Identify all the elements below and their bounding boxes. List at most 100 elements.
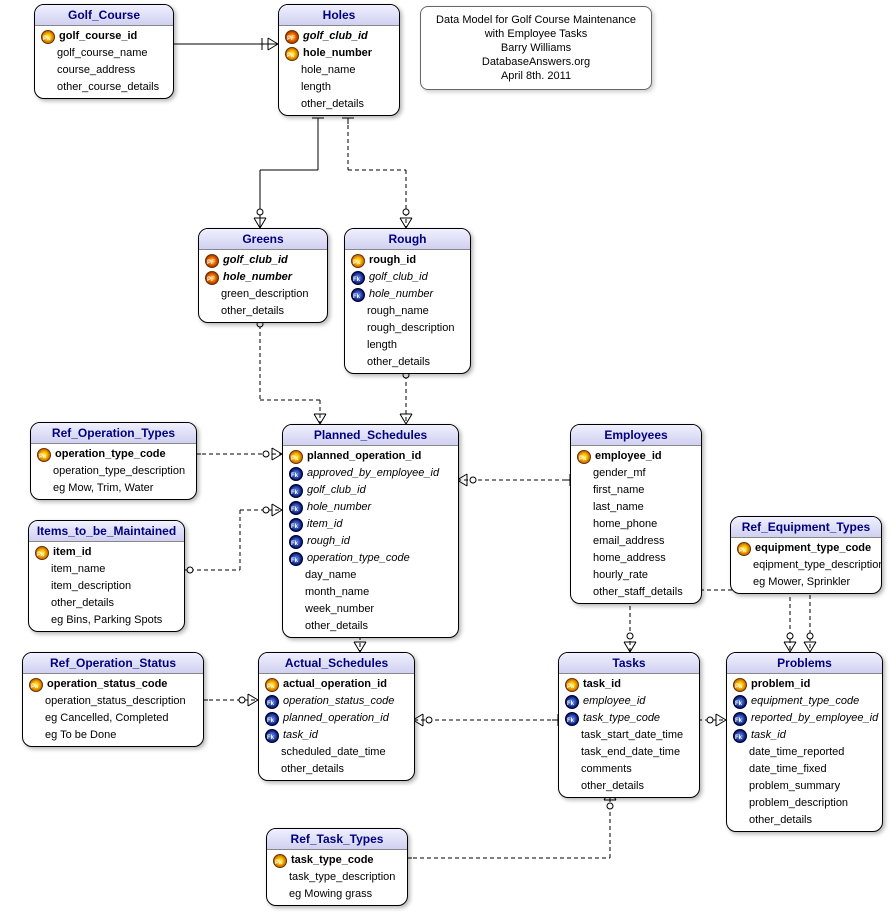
entity-title: Ref_Operation_Types — [31, 423, 196, 444]
no-key-icon — [565, 764, 577, 776]
attribute-name: planned_operation_id — [283, 711, 389, 726]
callout-line: Data Model for Golf Course Maintenance — [431, 13, 641, 27]
entity-holes: Holesgolf_club_idhole_numberhole_namelen… — [278, 4, 400, 116]
no-key-icon — [733, 764, 745, 776]
attribute-row: rough_id — [283, 533, 458, 550]
attribute-name: task_end_date_time — [581, 745, 680, 760]
no-key-icon — [29, 696, 41, 708]
entity-tasks: Taskstask_idemployee_idtask_type_codetas… — [558, 652, 700, 798]
attribute-name: problem_summary — [749, 779, 840, 794]
foreign-key-icon — [265, 729, 279, 743]
attribute-row: operation_status_description — [23, 693, 203, 710]
no-key-icon — [351, 340, 363, 352]
primary-key-icon — [737, 542, 751, 556]
attribute-name: golf_club_id — [307, 483, 366, 498]
primary-key-icon — [265, 678, 279, 692]
attribute-name: other_staff_details — [593, 585, 683, 600]
entity-ref-operation-types: Ref_Operation_Typesoperation_type_codeop… — [30, 422, 197, 500]
attribute-name: golf_club_id — [303, 29, 368, 44]
attribute-name: green_description — [221, 287, 308, 302]
entity-ref-operation-status: Ref_Operation_Statusoperation_status_cod… — [22, 652, 204, 747]
callout-line: April 8th. 2011 — [431, 69, 641, 83]
primary-key-icon — [733, 678, 747, 692]
attribute-name: hole_number — [223, 270, 292, 285]
no-key-icon — [41, 82, 53, 94]
attribute-row: hole_number — [283, 499, 458, 516]
no-key-icon — [289, 570, 301, 582]
attribute-name: last_name — [593, 500, 644, 515]
attribute-name: eg Mow, Trim, Water — [53, 481, 153, 496]
attribute-name: hole_number — [369, 287, 433, 302]
attribute-name: day_name — [305, 568, 356, 583]
attribute-name: equipment_type_code — [751, 694, 859, 709]
attribute-name: week_number — [305, 602, 374, 617]
attribute-row: task_type_description — [267, 869, 407, 886]
no-key-icon — [29, 730, 41, 742]
callout-line: DatabaseAnswers.org — [431, 55, 641, 69]
attribute-row: rough_id — [345, 252, 470, 269]
no-key-icon — [577, 485, 589, 497]
attribute-name: item_description — [51, 579, 131, 594]
primary-key-icon — [41, 30, 55, 44]
attribute-row: operation_type_description — [31, 463, 196, 480]
attribute-name: other_course_details — [57, 80, 159, 95]
attribute-name: course_address — [57, 63, 135, 78]
attribute-name: eg Mowing grass — [289, 887, 372, 902]
no-key-icon — [285, 65, 297, 77]
attribute-name: actual_operation_id — [283, 677, 387, 692]
entity-rough: Roughrough_idgolf_club_idhole_numberroug… — [344, 228, 471, 374]
attribute-row: reported_by_employee_id — [727, 710, 882, 727]
foreign-key-icon — [265, 712, 279, 726]
attribute-row: item_id — [29, 544, 184, 561]
entity-ref-equipment-types: Ref_Equipment_Typesequipment_type_codeeq… — [730, 516, 882, 594]
entity-planned-schedules: Planned_Schedulesplanned_operation_idapp… — [282, 424, 459, 638]
no-key-icon — [289, 621, 301, 633]
attribute-row: hole_number — [279, 45, 399, 62]
attribute-row: hole_number — [345, 286, 470, 303]
foreign-key-icon — [351, 271, 365, 285]
no-key-icon — [205, 289, 217, 301]
attribute-name: first_name — [593, 483, 644, 498]
attribute-row: equipment_type_code — [727, 693, 882, 710]
no-key-icon — [577, 570, 589, 582]
foreign-key-icon — [733, 695, 747, 709]
attribute-row: gender_mf — [571, 465, 701, 482]
attribute-row: home_address — [571, 550, 701, 567]
attribute-row: rough_description — [345, 320, 470, 337]
attribute-name: problem_id — [751, 677, 810, 692]
attribute-row: date_time_fixed — [727, 761, 882, 778]
attribute-row: eg Mower, Sprinkler — [731, 574, 881, 591]
attribute-row: operation_status_code — [259, 693, 414, 710]
attribute-row: eg To be Done — [23, 727, 203, 744]
no-key-icon — [37, 483, 49, 495]
attribute-row: other_details — [259, 761, 414, 778]
no-key-icon — [577, 536, 589, 548]
attribute-row: operation_type_code — [283, 550, 458, 567]
attribute-row: item_id — [283, 516, 458, 533]
attribute-row: golf_club_id — [283, 482, 458, 499]
entity-title: Employees — [571, 425, 701, 446]
primary-key-icon — [273, 854, 287, 868]
no-key-icon — [37, 466, 49, 478]
attribute-name: hole_name — [301, 63, 355, 78]
foreign-key-icon — [733, 712, 747, 726]
attribute-name: other_details — [305, 619, 368, 634]
attribute-name: operation_status_code — [47, 677, 167, 692]
attribute-name: task_type_description — [289, 870, 395, 885]
attribute-row: other_details — [283, 618, 458, 635]
attribute-row: problem_description — [727, 795, 882, 812]
attribute-row: green_description — [199, 286, 327, 303]
attribute-row: employee_id — [559, 693, 699, 710]
attribute-name: other_details — [51, 596, 114, 611]
no-key-icon — [565, 730, 577, 742]
attribute-name: task_id — [751, 728, 786, 743]
attribute-row: eg Bins, Parking Spots — [29, 612, 184, 629]
attribute-row: hole_name — [279, 62, 399, 79]
primary-key-icon — [35, 546, 49, 560]
attribute-row: email_address — [571, 533, 701, 550]
attribute-name: equipment_type_code — [755, 541, 871, 556]
attribute-row: hole_number — [199, 269, 327, 286]
no-key-icon — [565, 747, 577, 759]
entity-problems: Problemsproblem_idequipment_type_coderep… — [726, 652, 883, 832]
attribute-name: rough_id — [369, 253, 416, 268]
